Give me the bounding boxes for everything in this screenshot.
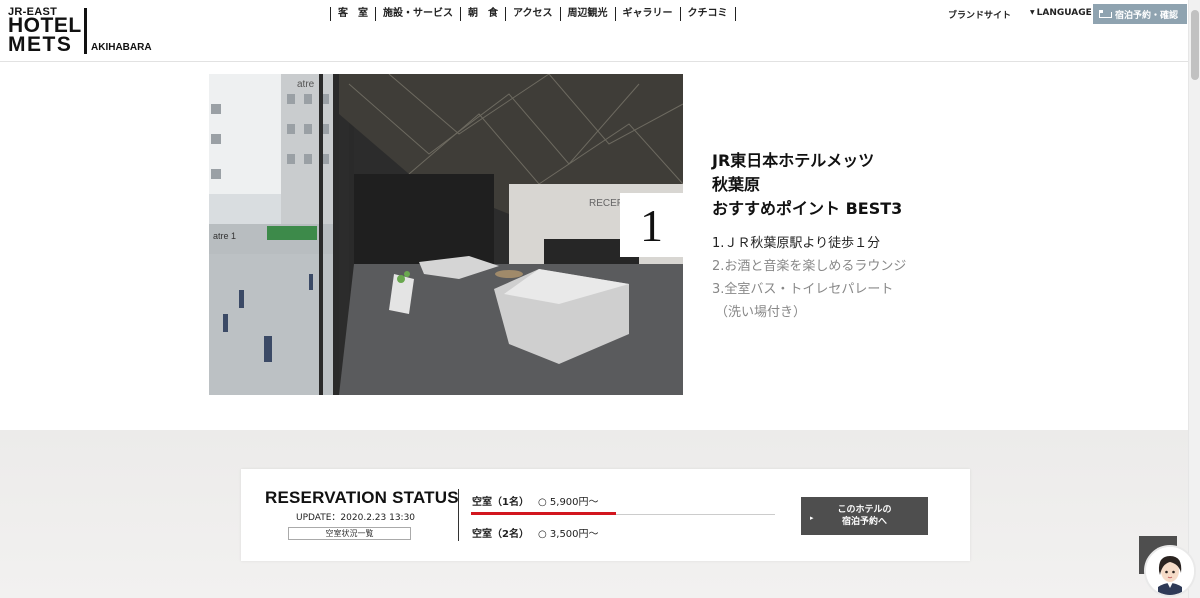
hotel-logo[interactable]: JR-EAST HOTEL METS AKIHABARA — [8, 6, 168, 58]
book-this-hotel-button[interactable]: ▸ このホテルの 宿泊予約へ — [801, 497, 928, 535]
best-points-list: 1.ＪＲ秋葉原駅より徒歩１分 2.お酒と音楽を楽しめるラウンジ 3.全室バス・ト… — [712, 232, 906, 324]
room-availability-single: 空室（1名） ○ 5,900円〜 — [472, 493, 599, 508]
site-header: JR-EAST HOTEL METS AKIHABARA 客 室 施設・サービス… — [0, 0, 1188, 62]
best-point-item: 3.全室バス・トイレセパレート — [712, 282, 894, 297]
nav-reviews[interactable]: クチコミ — [679, 7, 736, 21]
nav-rooms[interactable]: 客 室 — [330, 7, 375, 21]
language-label: LANGUAGE — [1036, 8, 1092, 18]
language-selector[interactable]: ▼ LANGUAGE — [1030, 8, 1092, 18]
svg-text:atre 1: atre 1 — [213, 231, 236, 241]
availability-list-button[interactable]: 空室状況一覧 — [288, 527, 411, 540]
reservation-divider — [458, 489, 459, 541]
scrollbar-thumb[interactable] — [1191, 10, 1199, 80]
best-point-item: 2.お酒と音楽を楽しめるラウンジ — [712, 259, 907, 274]
assistant-avatar-illustration — [1146, 547, 1194, 595]
lobby-photo: atre atre 1 RECEPTIO — [209, 74, 683, 395]
page-scrollbar[interactable] — [1188, 0, 1200, 598]
caret-down-icon: ▼ — [1030, 9, 1035, 16]
nav-breakfast[interactable]: 朝 食 — [460, 7, 505, 21]
feature-title-line: 秋葉原 — [712, 175, 761, 194]
nav-access[interactable]: アクセス — [505, 7, 560, 21]
rank-badge: 1 — [620, 193, 683, 257]
availability-indicator-bar — [471, 512, 616, 515]
logo-area: AKIHABARA — [91, 42, 152, 53]
feature-title-line: JR東日本ホテルメッツ — [712, 151, 875, 170]
feature-title-line: おすすめポイント BEST3 — [712, 199, 903, 218]
nav-sightseeing[interactable]: 周辺観光 — [559, 7, 615, 21]
reservation-update-time: UPDATE：2020.2.23 13:30 — [296, 513, 416, 523]
reservation-check-button[interactable]: 宿泊予約・確認 — [1093, 4, 1187, 24]
nav-facilities[interactable]: 施設・サービス — [375, 7, 460, 21]
logo-divider — [84, 8, 87, 54]
book-button-line: 宿泊予約へ — [841, 517, 887, 527]
nav-gallery[interactable]: ギャラリー — [614, 7, 680, 21]
book-button-line: このホテルの — [837, 505, 892, 515]
room-type-label: 空室（1名） — [472, 497, 529, 508]
main-nav: 客 室 施設・サービス 朝 食 アクセス 周辺観光 ギャラリー クチコミ — [330, 7, 736, 21]
brand-site-link[interactable]: ブランドサイト — [948, 8, 1011, 21]
reservation-check-label: 宿泊予約・確認 — [1115, 10, 1179, 21]
logo-mets: METS — [8, 33, 73, 56]
arrow-right-icon: ▸ — [810, 514, 814, 522]
best-point-item: 1.ＪＲ秋葉原駅より徒歩１分 — [712, 236, 881, 251]
reservation-status-card: RESERVATION STATUS UPDATE：2020.2.23 13:3… — [241, 469, 970, 561]
best-point-item-note: （洗い場付き） — [715, 305, 807, 320]
assistant-avatar-icon[interactable] — [1144, 545, 1196, 597]
room-price: ○ 3,500円〜 — [538, 529, 599, 540]
svg-text:atre: atre — [297, 79, 315, 90]
reservation-status-title: RESERVATION STATUS — [265, 488, 459, 507]
lobby-photo-illustration: atre atre 1 RECEPTIO — [209, 74, 683, 395]
room-type-label: 空室（2名） — [472, 529, 529, 540]
room-availability-double: 空室（2名） ○ 3,500円〜 — [472, 525, 599, 540]
feature-title: JR東日本ホテルメッツ 秋葉原 おすすめポイント BEST3 — [712, 149, 902, 221]
room-price: ○ 5,900円〜 — [538, 497, 599, 508]
bed-icon — [1099, 10, 1112, 18]
